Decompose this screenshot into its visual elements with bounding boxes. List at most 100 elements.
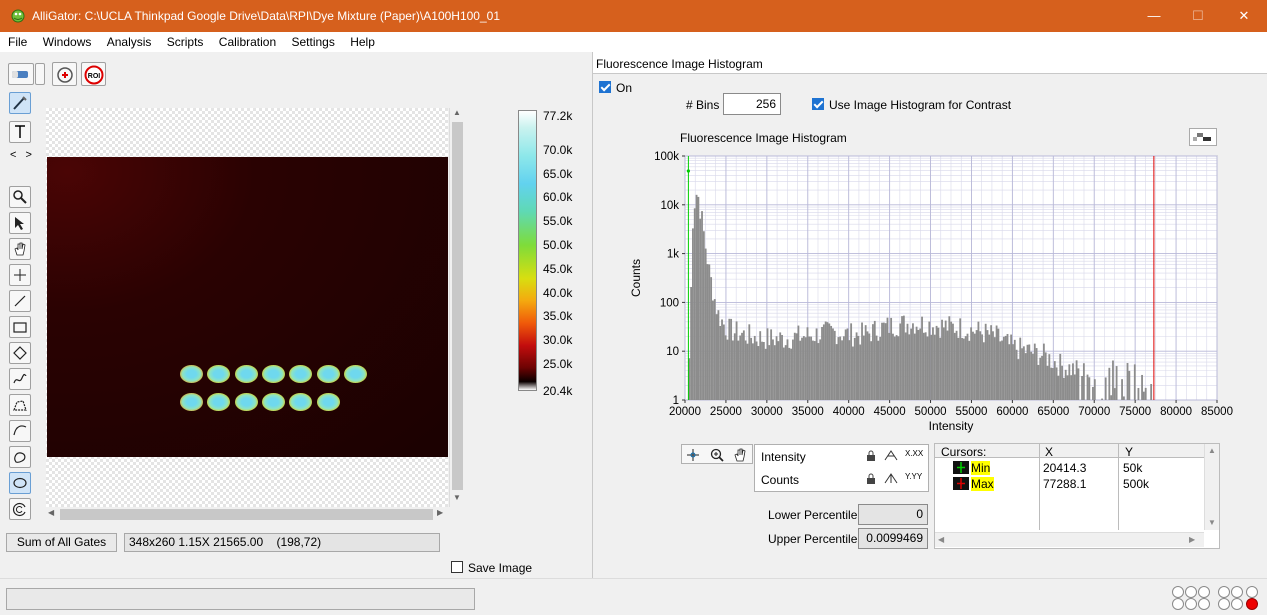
color-scale-bar[interactable] xyxy=(518,110,537,391)
histogram-on-checkbox[interactable] xyxy=(599,81,611,93)
cursor-color-icon[interactable] xyxy=(953,477,969,490)
horizontal-scroll-thumb[interactable] xyxy=(60,509,433,520)
color-scale-tick-label: 65.0k xyxy=(543,166,573,181)
menu-calibration[interactable]: Calibration xyxy=(213,32,282,52)
color-scale-tick-label: 30.0k xyxy=(543,333,573,348)
line-tool-button[interactable] xyxy=(9,290,31,312)
brush-tool-button[interactable] xyxy=(9,92,31,114)
add-roi-button[interactable] xyxy=(52,62,77,86)
menu-windows[interactable]: Windows xyxy=(37,32,98,52)
histogram-bar xyxy=(1028,344,1031,400)
cursor-scroll-down-icon[interactable]: ▼ xyxy=(1208,518,1216,527)
freehand-region-tool-button[interactable] xyxy=(9,446,31,468)
menu-analysis[interactable]: Analysis xyxy=(101,32,158,52)
y-format-button[interactable]: Y.YY xyxy=(905,472,922,481)
menu-scripts[interactable]: Scripts xyxy=(161,32,210,52)
eraser-tool-button[interactable] xyxy=(8,63,34,85)
histogram-bar xyxy=(799,340,802,400)
menu-settings[interactable]: Settings xyxy=(286,32,341,52)
histogram-bar xyxy=(1021,348,1023,400)
histogram-bar xyxy=(1062,377,1065,400)
histogram-bar xyxy=(766,328,769,400)
vertical-scroll-thumb[interactable] xyxy=(452,122,463,490)
annulus-tool-button[interactable] xyxy=(9,498,31,520)
scroll-left-icon[interactable]: ◀ xyxy=(48,508,54,517)
polygon-tool-button[interactable] xyxy=(9,394,31,416)
well-spot xyxy=(343,365,367,383)
histogram-bar xyxy=(892,333,894,400)
maximize-button[interactable]: ☐ xyxy=(1175,0,1221,32)
close-button[interactable]: ✕ xyxy=(1221,0,1267,32)
text-tool-button[interactable] xyxy=(9,121,31,143)
use-histogram-checkbox[interactable] xyxy=(812,98,824,110)
y-scale-lock-icon[interactable] xyxy=(865,472,877,486)
image-vertical-scrollbar[interactable]: ▲ ▼ xyxy=(449,108,464,507)
scroll-right-icon[interactable]: ▶ xyxy=(437,508,443,517)
scroll-up-icon[interactable]: ▲ xyxy=(453,108,461,117)
ellipse-tool-button[interactable] xyxy=(9,472,31,494)
cursor-scroll-left-icon[interactable]: ◀ xyxy=(938,535,944,544)
save-image-checkbox[interactable] xyxy=(451,561,463,573)
histogram-bar xyxy=(1073,374,1076,400)
gates-selector-button[interactable]: Sum of All Gates xyxy=(6,533,117,552)
x-autoscale-icon[interactable] xyxy=(883,448,899,462)
histogram-bar xyxy=(837,337,840,400)
image-canvas[interactable] xyxy=(46,108,448,509)
freehand-line-tool-button[interactable] xyxy=(9,368,31,390)
menu-file[interactable]: File xyxy=(0,32,33,52)
crosshair-tool-button[interactable] xyxy=(9,264,31,286)
histogram-bar xyxy=(957,337,960,400)
cursor-color-icon[interactable] xyxy=(953,461,969,474)
pan-tool-button[interactable] xyxy=(9,238,31,260)
histogram-bar xyxy=(992,331,994,400)
line-icon xyxy=(14,295,26,307)
annulus-icon xyxy=(12,502,26,517)
histogram-bar xyxy=(746,343,749,400)
histogram-bar xyxy=(950,321,953,400)
cursor-header-name: Cursors: xyxy=(941,445,987,459)
roi-button[interactable]: ROI xyxy=(81,62,106,86)
cursor-list-vscroll[interactable]: ▲ ▼ xyxy=(1204,444,1219,530)
histogram-chart[interactable]: 20000 25000 30000 35000 40000 45000 50000 55000… xyxy=(593,142,1253,442)
histogram-bar xyxy=(859,344,862,400)
x-tick-label: 75000 xyxy=(1119,406,1151,418)
bins-input[interactable]: 256 xyxy=(723,93,781,115)
minimize-button[interactable]: — xyxy=(1131,0,1177,32)
histogram-bar xyxy=(764,348,767,400)
menu-bar: File Windows Analysis Scripts Calibratio… xyxy=(0,32,1267,52)
x-format-button[interactable]: X.XX xyxy=(905,449,923,458)
scale-legend: Intensity Counts X.XX Y.YY xyxy=(754,444,929,492)
pointer-tool-button[interactable] xyxy=(9,212,31,234)
rectangle-tool-button[interactable] xyxy=(9,316,31,338)
graph-zoom-tool-icon[interactable] xyxy=(709,447,725,463)
cursor-list-hscroll[interactable]: ◀ ▶ xyxy=(935,532,1204,547)
y-tick-label: 1k xyxy=(667,249,679,261)
nav-arrows[interactable]: < > xyxy=(10,149,35,161)
x-scale-lock-icon[interactable] xyxy=(865,449,877,463)
rotated-rectangle-tool-button[interactable] xyxy=(9,342,31,364)
curve-tool-button[interactable] xyxy=(9,420,31,442)
cursor-name[interactable]: Min xyxy=(971,461,991,475)
cursor-name[interactable]: Max xyxy=(971,477,994,491)
menu-help[interactable]: Help xyxy=(344,32,381,52)
histogram-bar xyxy=(973,333,976,400)
y-autoscale-icon[interactable] xyxy=(883,471,899,485)
histogram-bar xyxy=(1041,355,1043,400)
histogram-bar xyxy=(877,340,880,400)
histogram-bar xyxy=(708,264,711,400)
histogram-bar xyxy=(761,341,763,400)
cursor-scroll-up-icon[interactable]: ▲ xyxy=(1208,446,1216,455)
zoom-tool-button[interactable] xyxy=(9,186,31,208)
image-horizontal-scrollbar[interactable]: ◀ ▶ xyxy=(46,507,448,522)
histogram-bar xyxy=(735,321,738,400)
eraser-dropdown[interactable] xyxy=(35,63,45,85)
graph-cursor-tool-icon[interactable] xyxy=(685,447,701,463)
graph-pan-tool-icon[interactable] xyxy=(732,447,748,463)
scroll-down-icon[interactable]: ▼ xyxy=(453,493,461,502)
fluorescence-image[interactable] xyxy=(47,157,448,457)
cursor-scroll-right-icon[interactable]: ▶ xyxy=(1189,535,1195,544)
histogram-bar xyxy=(824,321,827,400)
histogram-bar xyxy=(882,322,885,400)
histogram-bar xyxy=(895,335,898,400)
cursor-list[interactable]: Cursors: X Y Min 20414.3 50k Max 77288.1 500k… xyxy=(934,443,1220,549)
